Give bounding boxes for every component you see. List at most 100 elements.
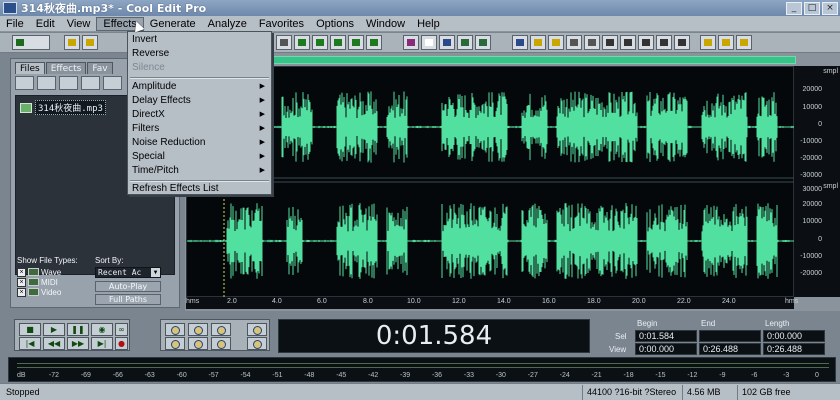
cut-icon[interactable] (276, 35, 292, 50)
import-icon[interactable] (37, 76, 56, 90)
batch-icon[interactable] (718, 35, 734, 50)
minimize-button[interactable]: _ (786, 1, 802, 15)
loop-view-icon[interactable] (475, 35, 491, 50)
status-bar-icon[interactable] (638, 35, 654, 50)
menu-options[interactable]: Options (310, 17, 360, 31)
zoom-full-icon[interactable] (211, 323, 231, 336)
time-ruler[interactable]: hms hms 2.0 4.0 6.0 8.0 10.0 12.0 14.0 1… (186, 297, 798, 309)
info-window-icon[interactable] (512, 35, 528, 50)
cue-list-icon[interactable] (530, 35, 546, 50)
menu-view[interactable]: View (61, 17, 97, 31)
menu-file[interactable]: File (0, 17, 30, 31)
time-tick: 18.0 (587, 298, 601, 305)
menu-generate[interactable]: Generate (144, 17, 202, 31)
menu-item-filters[interactable]: Filters ▶ (128, 122, 271, 136)
scripts-icon[interactable] (700, 35, 716, 50)
organizer-tabs: Files Effects Fav (15, 62, 114, 74)
filetype-video-row[interactable]: × Video (17, 287, 78, 297)
maximize-button[interactable]: □ (804, 1, 820, 15)
menu-analyze[interactable]: Analyze (202, 17, 253, 31)
new-file-icon[interactable] (64, 35, 80, 50)
view-end[interactable]: 0:26.488 (699, 343, 761, 355)
full-paths-button[interactable]: Full Paths (95, 294, 161, 305)
stop-button[interactable]: ■ (19, 323, 41, 336)
record-button[interactable]: ● (115, 337, 128, 350)
mix-paste-icon[interactable] (348, 35, 364, 50)
chevron-down-icon[interactable]: ▼ (151, 268, 160, 277)
meter-tick: -54 (240, 372, 251, 379)
sort-by-select[interactable]: Recent Ac ▼ (95, 267, 161, 278)
checkbox[interactable]: × (17, 267, 26, 277)
insert-icon[interactable] (81, 76, 100, 90)
file-item[interactable]: 314秋夜曲.mp3 (20, 100, 106, 115)
open-file-icon[interactable] (82, 35, 98, 50)
trim-icon[interactable] (366, 35, 382, 50)
close-button[interactable]: × (822, 1, 838, 15)
help-icon[interactable] (736, 35, 752, 50)
tab-effects[interactable]: Effects (45, 62, 87, 74)
checkbox[interactable]: × (17, 277, 26, 287)
time-display-icon[interactable] (602, 35, 618, 50)
paste-icon[interactable] (312, 35, 328, 50)
open-file-icon[interactable] (15, 76, 34, 90)
cue-icon[interactable] (421, 35, 437, 50)
level-meter-icon[interactable] (620, 35, 636, 50)
view-length[interactable]: 0:26.488 (763, 343, 825, 355)
ruler-tick: -20000 (800, 270, 822, 277)
rewind-button[interactable]: ◀◀ (43, 337, 65, 350)
edit-file-icon[interactable] (103, 76, 122, 90)
close-file-icon[interactable] (59, 76, 78, 90)
auto-play-button[interactable]: Auto-Play (95, 281, 161, 292)
play-list-icon[interactable] (566, 35, 582, 50)
checkbox[interactable]: × (17, 287, 26, 297)
menu-item-invert[interactable]: Invert (128, 33, 271, 47)
spectral-view-icon[interactable] (439, 35, 455, 50)
tab-files[interactable]: Files (15, 62, 45, 74)
tab-favorites[interactable]: Fav (87, 62, 113, 74)
zoom-out-vertical-icon[interactable] (247, 337, 267, 350)
zoom-panel-icon[interactable] (584, 35, 600, 50)
menu-item-amplitude[interactable]: Amplitude ▶ (128, 80, 271, 94)
fast-forward-button[interactable]: ▶▶ (67, 337, 89, 350)
menu-item-noise-reduction[interactable]: Noise Reduction ▶ (128, 136, 271, 150)
loop-button[interactable]: ∞ (115, 323, 128, 336)
zoom-out-icon[interactable] (188, 323, 208, 336)
zoom-left-icon[interactable] (188, 337, 208, 350)
selection-panel-icon[interactable] (656, 35, 672, 50)
view-begin[interactable]: 0:00.000 (635, 343, 697, 355)
paste-new-icon[interactable] (330, 35, 346, 50)
filetype-wave-row[interactable]: × Wave (17, 267, 78, 277)
play-button[interactable]: ▶ (43, 323, 65, 336)
sel-begin[interactable]: 0:01.584 (635, 330, 697, 342)
copy-icon[interactable] (294, 35, 310, 50)
zoom-right-icon[interactable] (211, 337, 231, 350)
sel-end[interactable] (699, 330, 761, 342)
menu-item-reverse[interactable]: Reverse (128, 47, 271, 61)
go-to-start-button[interactable]: |◀ (19, 337, 41, 350)
menu-favorites[interactable]: Favorites (253, 17, 310, 31)
menu-window[interactable]: Window (360, 17, 411, 31)
zoom-in-icon[interactable] (165, 323, 185, 336)
menu-item-delay-effects[interactable]: Delay Effects ▶ (128, 94, 271, 108)
multitrack-toggle-icon[interactable] (12, 35, 50, 50)
zoom-in-vertical-icon[interactable] (247, 323, 267, 336)
pause-button[interactable]: ❚❚ (67, 323, 89, 336)
playlist-icon[interactable] (548, 35, 564, 50)
menu-item-special[interactable]: Special ▶ (128, 150, 271, 164)
menu-item-refresh-effects-list[interactable]: Refresh Effects List (128, 182, 271, 196)
options-icon[interactable] (674, 35, 690, 50)
menu-item-time-pitch[interactable]: Time/Pitch ▶ (128, 164, 271, 178)
waveform-view-icon[interactable] (457, 35, 473, 50)
meter-tick: 0 (815, 372, 819, 379)
zoom-to-selection-icon[interactable] (165, 337, 185, 350)
sel-length[interactable]: 0:00.000 (763, 330, 825, 342)
view-range-bar[interactable] (186, 56, 796, 64)
envelope-icon[interactable] (403, 35, 419, 50)
menu-edit[interactable]: Edit (30, 17, 61, 31)
menu-item-directx[interactable]: DirectX ▶ (128, 108, 271, 122)
go-to-end-button[interactable]: ▶| (91, 337, 113, 350)
menu-help[interactable]: Help (411, 17, 446, 31)
play-to-end-button[interactable]: ◉ (91, 323, 113, 336)
filetype-midi-row[interactable]: × MIDI (17, 277, 78, 287)
waveform-display[interactable] (186, 66, 795, 298)
